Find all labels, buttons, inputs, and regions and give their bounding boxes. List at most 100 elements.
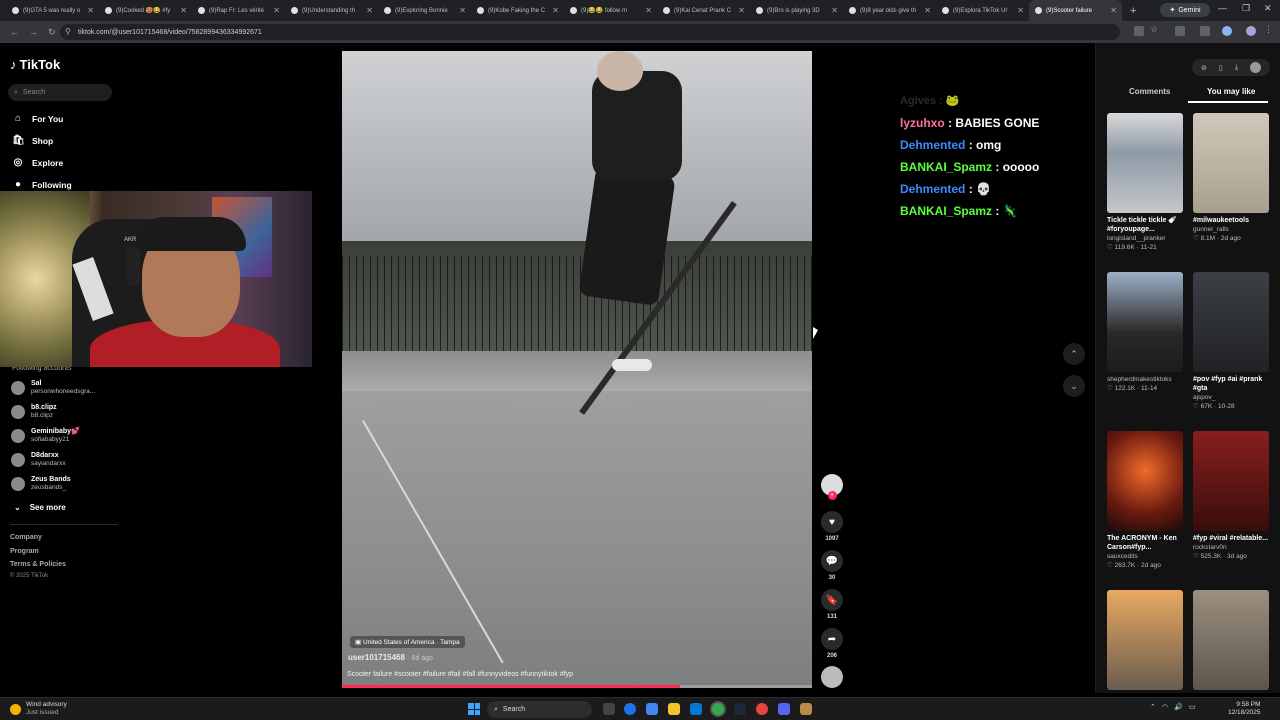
- following-account[interactable]: Geminibaby💕 sofiababyy21: [11, 428, 80, 444]
- save-button[interactable]: 🔖: [821, 589, 843, 611]
- steam-icon[interactable]: [734, 703, 746, 715]
- browser-tab[interactable]: (9)8 year olds give th ✕: [843, 0, 936, 21]
- copilot-icon[interactable]: [646, 703, 658, 715]
- browser-tab[interactable]: (9)Kobe Faking the C ✕: [471, 0, 564, 21]
- download-icon[interactable]: ⤓: [1235, 64, 1238, 72]
- browser-tab[interactable]: (9)Kai Cenat Prank C ✕: [657, 0, 750, 21]
- edge-icon[interactable]: [624, 703, 636, 715]
- reload-icon[interactable]: ↻: [48, 27, 56, 38]
- close-tab-icon[interactable]: ✕: [273, 6, 280, 15]
- recommended-video-card[interactable]: shepherdmakestiktoks ♡ 122.1K · 11-14: [1107, 272, 1183, 393]
- tab-comments[interactable]: Comments: [1129, 87, 1170, 96]
- card-username[interactable]: ajspov_: [1193, 393, 1269, 402]
- footer-terms-link[interactable]: Terms & Policies: [10, 561, 66, 568]
- search-input[interactable]: ⌕ Search: [8, 84, 112, 101]
- close-tab-icon[interactable]: ✕: [738, 6, 745, 15]
- file-explorer-icon[interactable]: [668, 703, 680, 715]
- location-tag[interactable]: ▣ United States of America · Tampa: [350, 636, 465, 648]
- share-button[interactable]: ➦: [821, 628, 843, 650]
- next-video-button[interactable]: ⌄: [1063, 375, 1085, 397]
- recommended-video-card[interactable]: #fyp #viral #relatable... rockstarv0n ♡ 52…: [1193, 431, 1269, 561]
- discord-icon[interactable]: [778, 703, 790, 715]
- close-tab-icon[interactable]: ✕: [831, 6, 838, 15]
- volume-icon[interactable]: 🔊: [1174, 703, 1183, 711]
- maximize-icon[interactable]: ❐: [1242, 3, 1250, 14]
- bookmark-star-icon[interactable]: ☆: [1150, 24, 1160, 34]
- back-icon[interactable]: ←: [10, 27, 19, 37]
- browser-tab[interactable]: (9)😂😂 follow m ✕: [564, 0, 657, 21]
- close-window-icon[interactable]: ✕: [1264, 3, 1272, 14]
- taskbar-search[interactable]: ⌕ Search: [487, 701, 592, 718]
- nav-following[interactable]: ● Following: [12, 179, 72, 190]
- battery-icon[interactable]: ▭: [1189, 703, 1196, 711]
- taskbar-clock[interactable]: 9:58 PM 12/18/2025: [1228, 701, 1261, 717]
- video-thumbnail[interactable]: [1107, 431, 1183, 531]
- browser-tab[interactable]: (9)Rap Fr: Les vérité ✕: [192, 0, 285, 21]
- tray-chevron-icon[interactable]: ⌃: [1150, 703, 1156, 711]
- close-tab-icon[interactable]: ✕: [1017, 6, 1024, 15]
- following-account[interactable]: b8.clipz b8.clipz: [11, 404, 57, 420]
- close-tab-icon[interactable]: ✕: [366, 6, 373, 15]
- sidebar-icon[interactable]: [1200, 26, 1210, 36]
- music-disc-button[interactable]: [821, 666, 843, 688]
- browser-tab[interactable]: (9)Bro is playing 3D ✕: [750, 0, 843, 21]
- browser-tab[interactable]: (9)Cooked 🥵😂 #fy ✕: [99, 0, 192, 21]
- new-tab-icon[interactable]: +: [1130, 5, 1136, 17]
- close-tab-icon[interactable]: ✕: [87, 6, 94, 15]
- url-field[interactable]: ⚲ tiktok.com/@user101715468/video/758289…: [60, 24, 1120, 40]
- video-thumbnail[interactable]: [1193, 431, 1269, 531]
- video-thumbnail[interactable]: [1193, 272, 1269, 372]
- footer-company-link[interactable]: Company: [10, 534, 42, 541]
- video-player[interactable]: ▣ United States of America · Tampa user1…: [342, 51, 812, 688]
- card-username[interactable]: longisland__pranker: [1107, 234, 1183, 243]
- comment-button[interactable]: 💬: [821, 550, 843, 572]
- browser-tab[interactable]: (9)GTA 5 was really o ✕: [6, 0, 99, 21]
- see-more-button[interactable]: ⌄ See more: [14, 503, 66, 512]
- device-icon[interactable]: ▯: [1219, 64, 1223, 72]
- nav-shop[interactable]: 🛍 Shop: [12, 135, 53, 146]
- close-tab-icon[interactable]: ✕: [552, 6, 559, 15]
- extensions-icon[interactable]: [1175, 26, 1185, 36]
- link-icon[interactable]: ⊘: [1201, 64, 1207, 72]
- weather-widget[interactable]: Wind advisory Just issued: [10, 701, 67, 717]
- recommended-video-card[interactable]: #milwaukeetools gunner_ralls ♡ 8.1M · 2d a…: [1193, 113, 1269, 243]
- task-view-icon[interactable]: [603, 703, 615, 715]
- gemini-button[interactable]: ✦ Gemini: [1160, 3, 1210, 17]
- video-thumbnail[interactable]: [1107, 590, 1183, 690]
- footer-program-link[interactable]: Program: [10, 548, 39, 555]
- close-tab-icon[interactable]: ✕: [645, 6, 652, 15]
- video-thumbnail[interactable]: [1107, 113, 1183, 213]
- app-icon[interactable]: [800, 703, 812, 715]
- app-icon[interactable]: [756, 703, 768, 715]
- browser-tab[interactable]: (9)Explora TikTok Ur ✕: [936, 0, 1029, 21]
- minimize-icon[interactable]: —: [1218, 3, 1227, 13]
- profile-avatar-icon[interactable]: [1249, 62, 1261, 73]
- recommended-video-card[interactable]: Tickle tickle tickle 🍼 #foryoupage... lon…: [1107, 113, 1183, 252]
- browser-tab[interactable]: (9)Exploring Bonnie ✕: [378, 0, 471, 21]
- follow-plus-icon[interactable]: +: [827, 491, 837, 500]
- site-info-icon[interactable]: ⚲: [65, 27, 71, 36]
- close-tab-icon[interactable]: ✕: [924, 6, 931, 15]
- video-progress-bar[interactable]: [342, 685, 812, 688]
- close-tab-icon[interactable]: ✕: [459, 6, 466, 15]
- recommended-video-card[interactable]: #pov #fyp #ai #prank #gta ajspov_ ♡ 67K · …: [1193, 272, 1269, 411]
- close-tab-icon[interactable]: ✕: [180, 6, 187, 15]
- video-author[interactable]: user101715468 · 6d ago: [348, 653, 433, 662]
- browser-tab[interactable]: (9)Scooter failure ✕: [1029, 0, 1122, 21]
- author-avatar-button[interactable]: +: [821, 474, 843, 500]
- card-username[interactable]: sauxcedits: [1107, 552, 1183, 561]
- network-icon[interactable]: ◠: [1162, 703, 1168, 711]
- forward-icon[interactable]: →: [29, 27, 38, 37]
- card-username[interactable]: rockstarv0n: [1193, 543, 1269, 552]
- nav-explore[interactable]: ◎ Explore: [12, 157, 64, 168]
- cast-icon[interactable]: [1134, 26, 1144, 36]
- recommended-video-card[interactable]: [1193, 590, 1269, 690]
- menu-icon[interactable]: ⋮: [1264, 24, 1274, 34]
- store-icon[interactable]: [690, 703, 702, 715]
- recommended-video-card[interactable]: [1107, 590, 1183, 690]
- video-thumbnail[interactable]: [1107, 272, 1183, 372]
- video-thumbnail[interactable]: [1193, 113, 1269, 213]
- card-username[interactable]: shepherdmakestiktoks: [1107, 375, 1183, 384]
- following-account[interactable]: Zeus Bands zeusbands_: [11, 476, 71, 492]
- browser-tab[interactable]: (9)Understanding th ✕: [285, 0, 378, 21]
